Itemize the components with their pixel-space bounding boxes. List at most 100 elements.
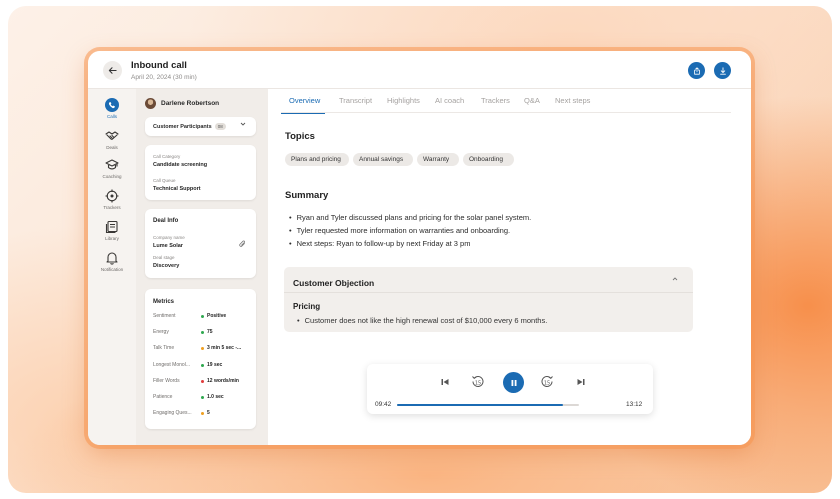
- nav-item-coaching[interactable]: Coaching: [88, 158, 136, 179]
- metric-row: Energy 75: [153, 329, 253, 338]
- metric-status-dot: [201, 331, 204, 335]
- deal-stage-value: Discovery: [153, 263, 180, 269]
- crosshair-icon: [105, 189, 119, 203]
- summary-bullet: Next steps: Ryan to follow-up by next Fr…: [289, 239, 471, 248]
- progress-fill: [397, 404, 563, 406]
- page-title: Inbound call: [131, 60, 187, 71]
- summary-bullet: Ryan and Tyler discussed plans and prici…: [289, 213, 532, 222]
- metric-value: 5: [207, 410, 210, 417]
- chevron-down-icon: [240, 121, 246, 129]
- svg-text:15: 15: [475, 381, 481, 387]
- main-content: Overview Transcript Highlights AI coach …: [268, 89, 751, 445]
- tab-highlights[interactable]: Highlights: [387, 96, 420, 105]
- tab-overview[interactable]: Overview: [289, 96, 320, 105]
- skip-next-icon[interactable]: [575, 376, 587, 388]
- nav-label: Deals: [106, 145, 118, 150]
- metrics-title: Metrics: [153, 299, 175, 305]
- chevron-up-icon[interactable]: [672, 276, 678, 284]
- metric-value: 75: [207, 329, 213, 336]
- metric-label: Sentiment: [153, 313, 176, 319]
- topic-chip[interactable]: Annual savings: [353, 153, 413, 166]
- rewind-15-icon[interactable]: 15: [471, 374, 485, 389]
- objection-title: Customer Objection: [293, 278, 375, 288]
- nav-item-calls[interactable]: Calls: [88, 98, 136, 119]
- metric-label: Talk Time: [153, 345, 175, 352]
- graduation-cap-icon: [105, 159, 119, 170]
- nav-item-deals[interactable]: Deals: [88, 129, 136, 150]
- topic-chip[interactable]: Warranty: [417, 153, 459, 166]
- call-queue-value: Technical Support: [153, 186, 201, 192]
- metric-value: 19 sec: [207, 361, 223, 368]
- metric-row: Patience 1.0 sec: [153, 394, 253, 403]
- current-time: 09:42: [375, 401, 392, 408]
- call-category-value: Candidate screening: [153, 162, 208, 168]
- tab-transcript[interactable]: Transcript: [339, 96, 372, 105]
- call-date: April 20, 2024 (30 min): [131, 74, 197, 81]
- progress-track[interactable]: [397, 404, 579, 406]
- participants-label: Customer Participants: [153, 123, 212, 130]
- metric-value: 12 words/min: [207, 377, 239, 384]
- metric-row: Engaging Ques... 5: [153, 410, 253, 419]
- topic-chip[interactable]: Onboarding: [463, 153, 514, 166]
- pause-button[interactable]: [503, 372, 524, 393]
- metric-label: Filler Words: [153, 377, 180, 384]
- avatar: [145, 98, 156, 109]
- host-info: Darlene Robertson: [145, 98, 219, 109]
- objection-subtitle: Pricing: [293, 302, 321, 311]
- deal-stage-label: Deal stage: [153, 255, 175, 260]
- handshake-icon: [105, 131, 119, 140]
- metric-label: Energy: [153, 329, 169, 336]
- nav-label: Calls: [106, 114, 117, 119]
- metric-status-dot: [201, 379, 204, 383]
- share-icon: [693, 66, 700, 75]
- participants-count-badge: 08: [214, 123, 226, 130]
- metric-label: Engaging Ques...: [153, 410, 192, 417]
- download-icon: [719, 66, 726, 75]
- company-value: Lume Solar: [153, 243, 183, 249]
- metrics-card: Metrics Sentiment Positive Energy 75 Talk Ti…: [145, 289, 256, 429]
- nav-item-trackers[interactable]: Trackers: [88, 189, 136, 210]
- nav-item-notification[interactable]: Notification: [88, 251, 136, 272]
- tab-trackers[interactable]: Trackers: [481, 96, 510, 105]
- metric-label: Longest Monol...: [153, 361, 190, 368]
- title-bar: Inbound call April 20, 2024 (30 min): [88, 51, 751, 89]
- pause-icon: [511, 379, 516, 386]
- back-button[interactable]: [103, 61, 122, 80]
- objection-divider: [284, 292, 693, 293]
- metric-value: Positive: [207, 313, 227, 319]
- forward-15-icon[interactable]: 15: [540, 374, 554, 389]
- customer-objection-panel: Customer Objection Pricing Customer does…: [284, 267, 693, 332]
- metric-row: Longest Monol... 19 sec: [153, 362, 253, 371]
- call-details-panel: Darlene Robertson Customer Participants …: [136, 89, 268, 445]
- tab-ai-coach[interactable]: AI coach: [435, 96, 464, 105]
- topics-title: Topics: [285, 131, 315, 142]
- objection-bullet: Customer does not like the high renewal …: [297, 316, 548, 325]
- svg-text:15: 15: [544, 381, 550, 387]
- nav-item-library[interactable]: Library: [88, 220, 136, 241]
- metric-row: Talk Time 3 min 5 sec -...: [153, 345, 253, 354]
- topic-chip[interactable]: Plans and pricing: [285, 153, 349, 166]
- tab-next-steps[interactable]: Next steps: [555, 96, 590, 105]
- nav-label: Trackers: [103, 205, 121, 210]
- tab-qa[interactable]: Q&A: [524, 96, 540, 105]
- nav-label: Notification: [100, 267, 124, 272]
- metric-row: Filler Words 12 words/min: [153, 378, 253, 387]
- main-nav: Calls Deals Coaching Trackers Library No…: [88, 89, 136, 445]
- app-window: Inbound call April 20, 2024 (30 min) Cal…: [88, 51, 751, 445]
- participants-dropdown[interactable]: Customer Participants 08: [145, 117, 256, 136]
- attachment-icon[interactable]: [239, 240, 246, 250]
- summary-bullet: Tyler requested more information on warr…: [289, 226, 510, 235]
- phone-icon: [105, 98, 119, 112]
- arrow-left-icon: [108, 67, 117, 74]
- audio-player: 15 15 09:42 13:12: [367, 364, 653, 414]
- download-button[interactable]: [714, 62, 731, 79]
- deal-info-title: Deal Info: [153, 218, 179, 224]
- share-button[interactable]: [688, 62, 705, 79]
- nav-label: Library: [105, 236, 119, 241]
- metric-status-dot: [201, 412, 204, 416]
- bell-icon: [106, 252, 118, 265]
- metric-status-dot: [201, 315, 204, 318]
- skip-previous-icon[interactable]: [439, 376, 451, 388]
- summary-title: Summary: [285, 190, 329, 201]
- tab-divider: [281, 112, 731, 113]
